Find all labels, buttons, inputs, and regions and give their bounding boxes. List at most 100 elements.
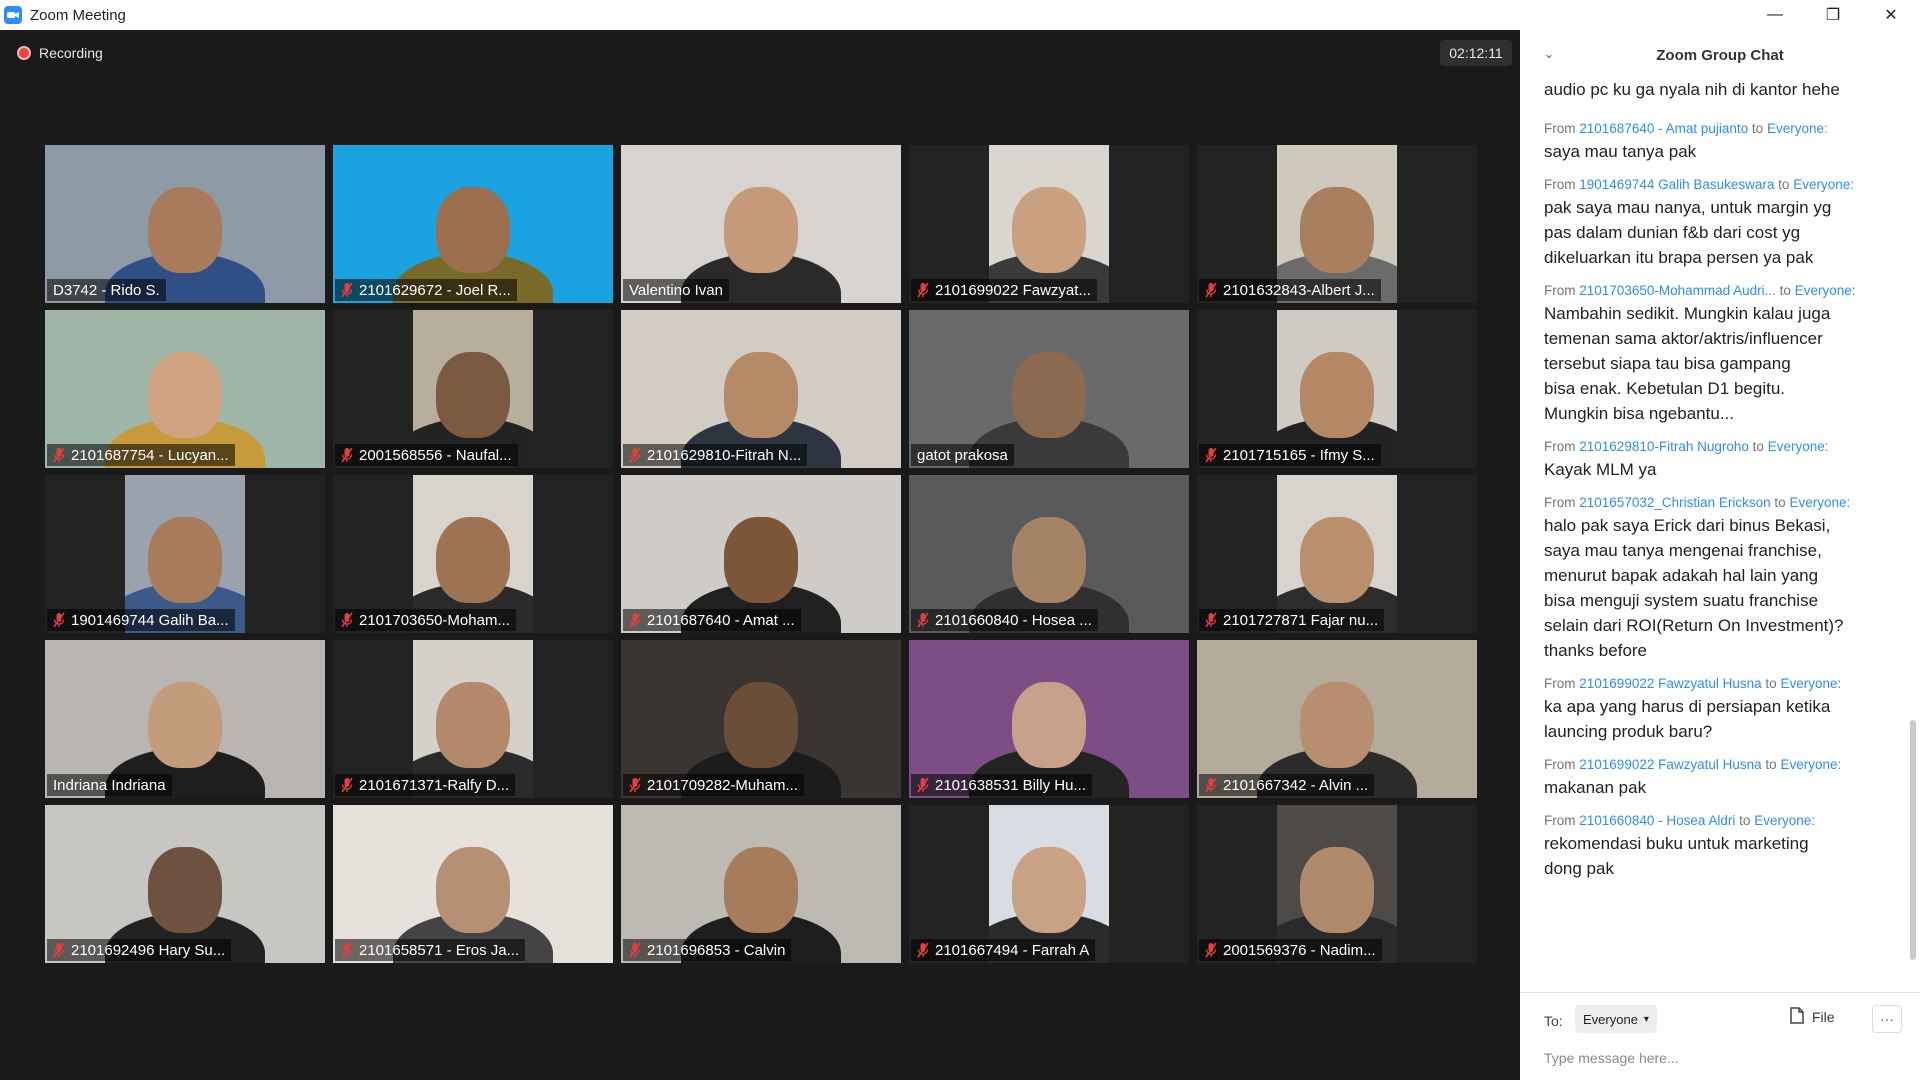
mic-muted-icon — [629, 447, 641, 463]
to-word: to — [1765, 757, 1777, 772]
participant-face — [1012, 847, 1086, 933]
participant-tile[interactable]: 2101638531 Billy Hu... — [909, 640, 1189, 798]
participant-namebar: 2001569376 - Nadim... — [1199, 939, 1382, 961]
participant-face — [1012, 187, 1086, 273]
participant-namebar: 2101696853 - Calvin — [623, 939, 792, 961]
mic-muted-icon — [1205, 942, 1217, 958]
to-word: to — [1774, 495, 1786, 510]
message-text: Kayak MLM ya — [1544, 460, 1657, 479]
participant-tile[interactable]: 2101687640 - Amat ... — [621, 475, 901, 633]
participant-tile[interactable]: 2101703650-Moham... — [333, 475, 613, 633]
participant-face — [148, 847, 222, 933]
sender-name[interactable]: 2101699022 Fawzyatul Husna — [1579, 676, 1761, 691]
participant-tile[interactable]: 2101715165 - Ifmy S... — [1197, 310, 1477, 468]
participant-tile[interactable]: 2101667342 - Alvin ... — [1197, 640, 1477, 798]
participant-face — [436, 847, 510, 933]
participant-face — [436, 517, 510, 603]
participant-tile[interactable]: 2101699022 Fawzyat... — [909, 145, 1189, 303]
participant-name: 2101667494 - Farrah A — [935, 941, 1090, 959]
participant-tile[interactable]: 2101629672 - Joel R... — [333, 145, 613, 303]
chat-message: From 2101687640 - Amat pujianto to Every… — [1544, 118, 1904, 164]
participant-face — [724, 847, 798, 933]
to-word: to — [1739, 813, 1751, 828]
from-word: From — [1544, 757, 1576, 772]
participant-tile[interactable]: 2101632843-Albert J... — [1197, 145, 1477, 303]
chat-messages[interactable]: audio pc ku ga nyala nih di kantor hehe … — [1520, 80, 1920, 992]
mic-muted-icon — [341, 777, 353, 793]
participant-name: 2001568556 - Naufal... — [359, 446, 512, 464]
participant-tile[interactable]: 2101660840 - Hosea ... — [909, 475, 1189, 633]
sender-name[interactable]: 2101687640 - Amat pujianto — [1579, 121, 1748, 136]
chat-scrollbar[interactable] — [1910, 80, 1916, 992]
sender-name[interactable]: 2101699022 Fawzyatul Husna — [1579, 757, 1761, 772]
participant-tile[interactable]: 2101692496 Hary Su... — [45, 805, 325, 963]
close-button[interactable]: ✕ — [1862, 0, 1920, 30]
participant-name: 2101667342 - Alvin ... — [1223, 776, 1369, 794]
participant-namebar: 2101687640 - Amat ... — [623, 609, 801, 631]
chevron-down-icon[interactable]: ⌄ — [1544, 47, 1554, 61]
mic-muted-icon — [53, 612, 65, 628]
recipient-select[interactable]: Everyone ▾ — [1575, 1005, 1657, 1033]
participant-name: 2101632843-Albert J... — [1223, 281, 1375, 299]
participant-tile[interactable]: 2101671371-Ralfy D... — [333, 640, 613, 798]
participant-tile[interactable]: D3742 - Rido S. — [45, 145, 325, 303]
file-icon — [1790, 1007, 1804, 1027]
mic-muted-icon — [341, 612, 353, 628]
participant-tile[interactable]: 2001568556 - Naufal... — [333, 310, 613, 468]
chat-message: From 2101657032_Christian Erickson to Ev… — [1544, 492, 1904, 663]
participant-namebar: D3742 - Rido S. — [47, 279, 166, 301]
chat-message: From 2101703650-Mohammad Audri... to Eve… — [1544, 280, 1904, 426]
sender-name[interactable]: 2101660840 - Hosea Aldri — [1579, 813, 1735, 828]
chat-message: From 2101629810-Fitrah Nugroho to Everyo… — [1544, 436, 1904, 482]
recipient-name: Everyone: — [1766, 121, 1828, 136]
mic-muted-icon — [341, 282, 353, 298]
to-word: to — [1752, 439, 1764, 454]
sender-name[interactable]: 2101629810-Fitrah Nugroho — [1579, 439, 1749, 454]
minimize-button[interactable]: — — [1746, 0, 1804, 30]
participant-name: 2101715165 - Ifmy S... — [1223, 446, 1375, 464]
participant-tile[interactable]: 2101667494 - Farrah A — [909, 805, 1189, 963]
message-input[interactable] — [1544, 1047, 1894, 1069]
participant-namebar: Valentino Ivan — [623, 279, 729, 301]
participant-tile[interactable]: 2101696853 - Calvin — [621, 805, 901, 963]
to-word: to — [1765, 676, 1777, 691]
participant-tile[interactable]: 2101687754 - Lucyan... — [45, 310, 325, 468]
participant-tile[interactable]: gatot prakosa — [909, 310, 1189, 468]
message-header: From 2101687640 - Amat pujianto to Every… — [1544, 118, 1904, 139]
participant-namebar: 2001568556 - Naufal... — [335, 444, 518, 466]
participant-tile[interactable]: 2101629810-Fitrah N... — [621, 310, 901, 468]
participant-tile[interactable]: Valentino Ivan — [621, 145, 901, 303]
message-header: From 2101699022 Fawzyatul Husna to Every… — [1544, 673, 1904, 694]
sender-name[interactable]: 2101657032_Christian Erickson — [1579, 495, 1770, 510]
recipient-name: Everyone: — [1794, 283, 1856, 298]
message-text: saya mau tanya pak — [1544, 142, 1697, 161]
mic-muted-icon — [629, 777, 641, 793]
participant-namebar: 2101629810-Fitrah N... — [623, 444, 808, 466]
more-options-button[interactable]: ··· — [1872, 1005, 1902, 1033]
participant-tile[interactable]: 1901469744 Galih Ba... — [45, 475, 325, 633]
from-word: From — [1544, 676, 1576, 691]
participant-namebar: 2101687754 - Lucyan... — [47, 444, 235, 466]
participant-face — [724, 682, 798, 768]
participant-tile[interactable]: 2101727871 Fajar nu... — [1197, 475, 1477, 633]
restore-button[interactable]: ❐ — [1804, 0, 1862, 30]
participant-name: 2101658571 - Eros Ja... — [359, 941, 520, 959]
chat-message: From 1901469744 Galih Basukeswara to Eve… — [1544, 174, 1904, 270]
participant-namebar: 2101671371-Ralfy D... — [335, 774, 516, 796]
file-button[interactable]: File — [1790, 1007, 1835, 1027]
recipient-name: Everyone: — [1767, 439, 1829, 454]
to-label: To: — [1544, 1013, 1563, 1029]
from-word: From — [1544, 813, 1576, 828]
participant-namebar: 2101715165 - Ifmy S... — [1199, 444, 1381, 466]
participant-tile[interactable]: 2101658571 - Eros Ja... — [333, 805, 613, 963]
participant-tile[interactable]: 2101709282-Muham... — [621, 640, 901, 798]
from-word: From — [1544, 121, 1576, 136]
sender-name[interactable]: 2101703650-Mohammad Audri... — [1579, 283, 1776, 298]
sender-name[interactable]: 1901469744 Galih Basukeswara — [1579, 177, 1774, 192]
participant-tile[interactable]: 2001569376 - Nadim... — [1197, 805, 1477, 963]
scrollbar-thumb[interactable] — [1910, 720, 1916, 960]
participant-name: 2101709282-Muham... — [647, 776, 798, 794]
message-text: makanan pak — [1544, 778, 1647, 797]
participant-tile[interactable]: Indriana Indriana — [45, 640, 325, 798]
participant-namebar: 1901469744 Galih Ba... — [47, 609, 235, 631]
